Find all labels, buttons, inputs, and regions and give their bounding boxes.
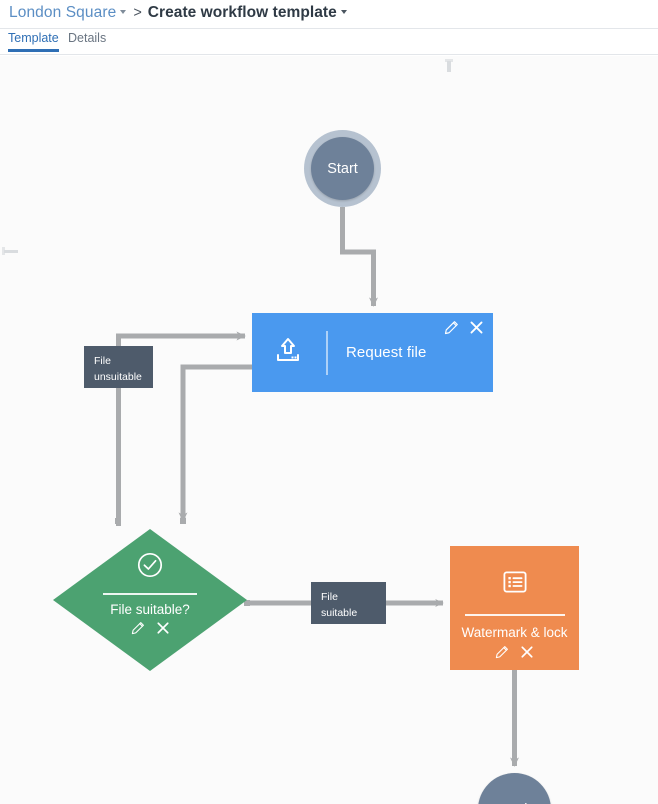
node-actions (495, 645, 534, 659)
pencil-icon[interactable] (495, 645, 509, 659)
tab-template[interactable]: Template (8, 31, 59, 52)
pencil-icon[interactable] (444, 320, 459, 335)
breadcrumb-separator: > (133, 5, 142, 21)
node-watermark-lock-label: Watermark & lock (461, 625, 568, 640)
breadcrumb: London Square > Create workflow template (9, 4, 349, 22)
breadcrumb-root-chevron-down-icon[interactable] (120, 10, 127, 14)
app-header: London Square > Create workflow template (0, 0, 658, 29)
node-actions (131, 621, 170, 635)
left-scroll-handle[interactable] (4, 250, 18, 253)
edge-label-file-suitable[interactable]: File suitable (311, 582, 386, 624)
edge-label-file-unsuitable[interactable]: File unsuitable (84, 346, 153, 388)
node-divider (464, 614, 565, 616)
node-watermark-lock[interactable]: Watermark & lock (450, 546, 579, 670)
edge-label-line2: suitable (321, 607, 358, 619)
list-icon (501, 568, 529, 601)
edge-request-to-decision (178, 364, 252, 522)
close-icon[interactable] (469, 320, 484, 335)
check-circle-icon (136, 551, 164, 584)
close-icon[interactable] (156, 621, 170, 635)
tab-details[interactable]: Details (68, 31, 106, 51)
tab-bar: Template Details (0, 29, 658, 55)
edge-label-line1: File (321, 591, 338, 603)
node-divider (326, 330, 328, 375)
upload-file-icon (272, 334, 304, 371)
edge-unsuitable-label-to-request (116, 331, 246, 346)
top-scroll-handle[interactable] (447, 61, 451, 72)
node-divider (103, 593, 197, 595)
breadcrumb-current-title: Create workflow template (147, 4, 337, 21)
edge-label-line1: File (94, 355, 111, 367)
node-file-suitable[interactable]: File suitable? (53, 529, 247, 671)
workflow-canvas[interactable]: Start Request file File suitable? Waterm… (0, 56, 658, 804)
edge-label-line2: unsuitable (94, 371, 142, 383)
breadcrumb-root-link[interactable]: London Square (9, 4, 116, 22)
start-circle: Start (311, 137, 374, 200)
pencil-icon[interactable] (131, 621, 145, 635)
node-actions (444, 320, 484, 335)
node-request-file-label: Request file (346, 344, 427, 361)
node-end[interactable]: End (478, 773, 551, 804)
close-icon[interactable] (520, 645, 534, 659)
node-request-file[interactable]: Request file (252, 313, 493, 392)
node-start[interactable]: Start (304, 130, 381, 207)
node-start-label: Start (327, 160, 358, 177)
breadcrumb-current-chevron-down-icon[interactable] (340, 10, 347, 14)
node-file-suitable-label: File suitable? (110, 602, 190, 617)
edge-start-to-request (340, 207, 378, 307)
